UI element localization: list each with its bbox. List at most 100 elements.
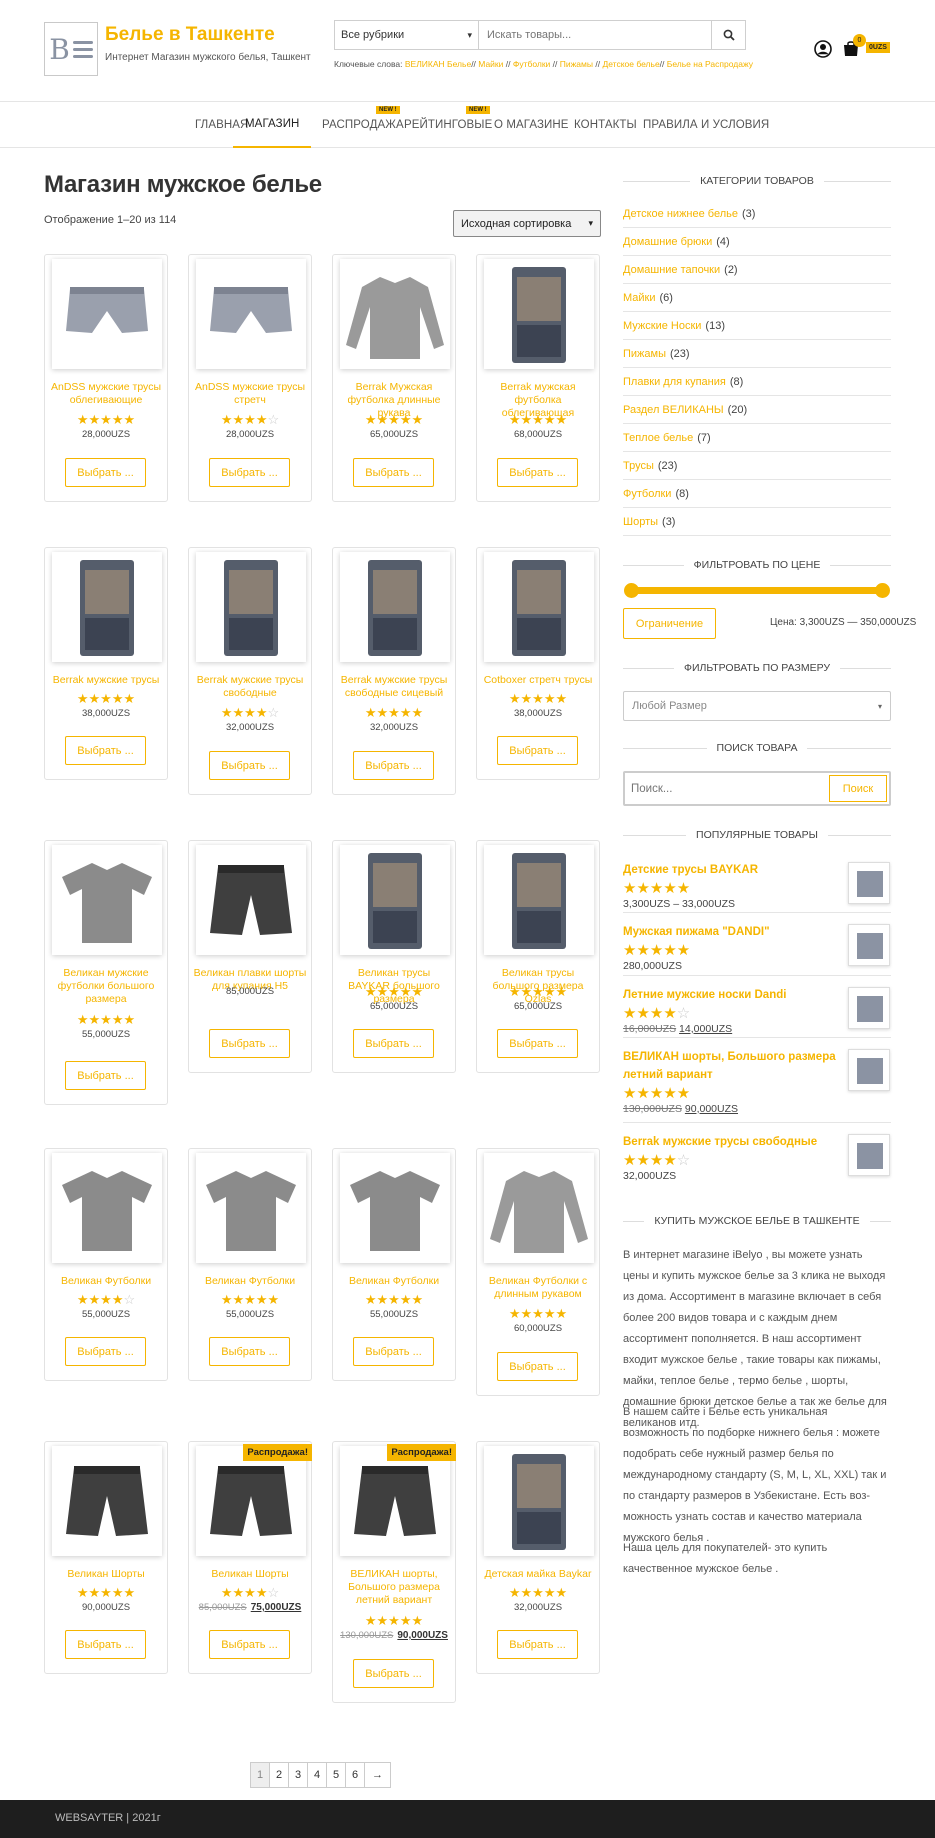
keyword-link[interactable]: Белье на Распродажу: [667, 59, 753, 69]
product-image[interactable]: [340, 845, 450, 955]
product-image[interactable]: [52, 845, 162, 955]
product-card[interactable]: Великан трусы большого размера Ozlas ★★★★…: [476, 840, 600, 1073]
popular-product-thumbnail[interactable]: [848, 987, 890, 1029]
product-image[interactable]: [484, 845, 594, 955]
select-options-button[interactable]: Выбрать ...: [209, 1630, 290, 1659]
select-options-button[interactable]: Выбрать ...: [353, 458, 434, 487]
sidebar-search-button[interactable]: Поиск: [829, 775, 887, 802]
product-title[interactable]: Великан Футболки: [193, 1275, 307, 1288]
product-title[interactable]: Berrak мужские трусы свободные сицевый: [337, 674, 451, 700]
select-options-button[interactable]: Выбрать ...: [497, 1630, 578, 1659]
product-card[interactable]: Великан Футболки ★★★★★ 55,000UZS Выбрать ..…: [188, 1148, 312, 1381]
sidebar-search-input[interactable]: [625, 773, 827, 804]
product-image[interactable]: [340, 259, 450, 369]
product-title[interactable]: Berrak мужские трусы: [49, 674, 163, 687]
select-options-button[interactable]: Выбрать ...: [353, 751, 434, 780]
product-image[interactable]: [52, 1446, 162, 1556]
category-link[interactable]: Пижамы: [623, 348, 666, 360]
product-title[interactable]: Великан Футболки с длинным рукавом: [481, 1275, 595, 1301]
category-link[interactable]: Домашние тапочки: [623, 264, 720, 276]
account-icon[interactable]: [814, 40, 832, 58]
popular-product-title[interactable]: ВЕЛИКАН шорты, Большого размера летний в…: [623, 1049, 838, 1085]
select-options-button[interactable]: Выбрать ...: [353, 1029, 434, 1058]
product-image[interactable]: [52, 1153, 162, 1263]
product-image[interactable]: [484, 1446, 594, 1556]
product-card[interactable]: Великан Футболки с длинным рукавом ★★★★★ 6…: [476, 1148, 600, 1396]
product-card[interactable]: Великан мужские футболки большого размер…: [44, 840, 168, 1105]
price-slider[interactable]: [624, 583, 890, 598]
product-image[interactable]: [340, 1446, 450, 1556]
product-card[interactable]: Великан трусы BAYKAR большого размера ★★★…: [332, 840, 456, 1073]
category-link[interactable]: Домашние брюки: [623, 236, 712, 248]
product-image[interactable]: [196, 259, 306, 369]
category-link[interactable]: Теплое белье: [623, 432, 693, 444]
category-link[interactable]: Плавки для купания: [623, 376, 726, 388]
product-card[interactable]: Великан Футболки ★★★★☆ 55,000UZS Выбрать ..…: [44, 1148, 168, 1381]
keyword-link[interactable]: Майки: [478, 59, 503, 69]
search-input[interactable]: [479, 21, 711, 49]
product-image[interactable]: [340, 552, 450, 662]
product-title[interactable]: Великан мужские футболки большого размер…: [49, 967, 163, 1006]
product-card[interactable]: Великан плавки шорты для купания H5 85,00…: [188, 840, 312, 1073]
category-link[interactable]: Мужские Носки: [623, 320, 701, 332]
page-link[interactable]: 6: [345, 1762, 365, 1788]
product-card[interactable]: Великан Футболки ★★★★★ 55,000UZS Выбрать ..…: [332, 1148, 456, 1381]
site-logo[interactable]: B: [44, 22, 98, 76]
product-image[interactable]: [196, 552, 306, 662]
select-options-button[interactable]: Выбрать ...: [209, 1337, 290, 1366]
price-filter-button[interactable]: Ограничение: [623, 608, 716, 639]
popular-product-thumbnail[interactable]: [848, 862, 890, 904]
product-card[interactable]: Детская майка Baykar ★★★★★ 32,000UZS Выбрат…: [476, 1441, 600, 1674]
product-image[interactable]: [484, 1153, 594, 1263]
product-image[interactable]: [196, 1153, 306, 1263]
product-card[interactable]: AnDSS мужские трусы стретч ★★★★☆ 28,000UZS…: [188, 254, 312, 502]
select-options-button[interactable]: Выбрать ...: [353, 1337, 434, 1366]
price-slider-min-handle[interactable]: [624, 583, 639, 598]
price-slider-max-handle[interactable]: [875, 583, 890, 598]
nav-about[interactable]: О МАГАЗИНЕ: [494, 102, 569, 148]
popular-product-title[interactable]: Детские трусы BAYKAR: [623, 862, 838, 880]
category-link[interactable]: Детское нижнее белье: [623, 208, 738, 220]
popular-product-title[interactable]: Мужская пижама "DANDI": [623, 924, 838, 942]
product-title[interactable]: Великан Шорты: [49, 1568, 163, 1581]
page-link[interactable]: 4: [307, 1762, 327, 1788]
product-title[interactable]: Великан Футболки: [49, 1275, 163, 1288]
nav-shop[interactable]: МАГАЗИН: [233, 102, 312, 148]
select-options-button[interactable]: Выбрать ...: [209, 751, 290, 780]
category-link[interactable]: Шорты: [623, 516, 658, 528]
product-card[interactable]: Berrak мужские трусы свободные ★★★★☆ 32,00…: [188, 547, 312, 795]
popular-product-thumbnail[interactable]: [848, 924, 890, 966]
product-title[interactable]: Детская майка Baykar: [481, 1568, 595, 1581]
popular-product-title[interactable]: Летние мужские носки Dandi: [623, 987, 838, 1005]
select-options-button[interactable]: Выбрать ...: [353, 1659, 434, 1688]
select-options-button[interactable]: Выбрать ...: [497, 1352, 578, 1381]
product-card[interactable]: Cotboxer стретч трусы ★★★★★ 38,000UZS Выбра…: [476, 547, 600, 780]
select-options-button[interactable]: Выбрать ...: [65, 458, 146, 487]
product-card[interactable]: Berrak Мужская футболка длинные рукава ★★…: [332, 254, 456, 502]
product-image[interactable]: [52, 552, 162, 662]
keyword-link[interactable]: Футболки: [513, 59, 550, 69]
category-select[interactable]: Все рубрики ▾: [335, 21, 479, 49]
select-options-button[interactable]: Выбрать ...: [497, 736, 578, 765]
nav-contacts[interactable]: КОНТАКТЫ: [574, 102, 637, 148]
product-image[interactable]: [484, 259, 594, 369]
product-title[interactable]: Berrak мужские трусы свободные: [193, 674, 307, 700]
product-title[interactable]: AnDSS мужские трусы облегивающие: [49, 381, 163, 407]
product-image[interactable]: [340, 1153, 450, 1263]
category-link[interactable]: Футболки: [623, 488, 671, 500]
select-options-button[interactable]: Выбрать ...: [497, 458, 578, 487]
product-card[interactable]: Berrak мужские трусы свободные сицевый ★★…: [332, 547, 456, 795]
product-image[interactable]: [484, 552, 594, 662]
product-title[interactable]: Великан Шорты: [193, 1568, 307, 1581]
category-link[interactable]: Майки: [623, 292, 656, 304]
page-link[interactable]: 3: [288, 1762, 308, 1788]
select-options-button[interactable]: Выбрать ...: [65, 736, 146, 765]
product-title[interactable]: AnDSS мужские трусы стретч: [193, 381, 307, 407]
product-title[interactable]: Великан Футболки: [337, 1275, 451, 1288]
product-card[interactable]: Berrak мужская футболка облегивающая ★★★★…: [476, 254, 600, 502]
popular-product-thumbnail[interactable]: [848, 1049, 890, 1091]
popular-product-title[interactable]: Berrak мужские трусы свободные: [623, 1134, 838, 1152]
select-options-button[interactable]: Выбрать ...: [209, 1029, 290, 1058]
keyword-link[interactable]: ВЕЛИКАН Белье: [405, 59, 471, 69]
product-title[interactable]: ВЕЛИКАН шорты, Большого размера летний в…: [337, 1568, 451, 1607]
